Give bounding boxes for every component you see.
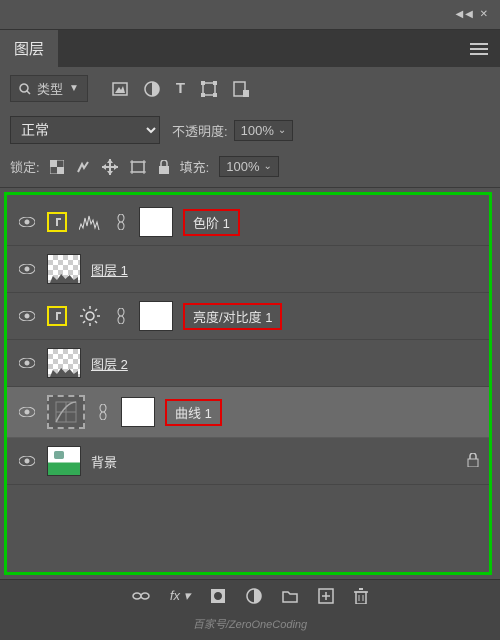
opacity-control: 不透明度: 100% ⌄ [172,120,293,141]
layer-mask-thumb[interactable] [139,207,173,237]
clip-indicator [47,212,67,232]
layer-row[interactable]: 亮度/对比度 1 [7,293,489,340]
credit-text: 百家号/ZeroOneCoding [0,612,500,640]
visibility-icon[interactable] [17,456,37,466]
type-filter-icon[interactable]: T [176,80,185,97]
visibility-icon[interactable] [17,407,37,417]
collapse-chevrons-icon[interactable]: ◀◀ ✕ [445,9,500,20]
layer-name[interactable]: 图层 1 [91,260,128,279]
chevron-down-icon: ▼ [69,83,79,94]
delete-layer-icon[interactable] [354,588,368,604]
smartobject-filter-icon[interactable] [233,81,249,97]
visibility-icon[interactable] [17,217,37,227]
link-icon [95,404,111,420]
lock-image-icon[interactable] [76,160,90,174]
lock-all-icon[interactable] [158,160,170,174]
visibility-icon[interactable] [17,311,37,321]
lock-transparent-icon[interactable] [50,160,64,174]
opacity-value[interactable]: 100% ⌄ [234,120,294,141]
layer-thumb[interactable] [47,254,81,284]
layers-panel: ◀◀ ✕ 图层 类型 ▼ T 正常 不透明度: 100% ⌄ [0,0,500,640]
search-icon [19,83,31,95]
lock-icons [50,159,170,175]
layer-name[interactable]: 曲线 1 [165,399,222,426]
layer-row[interactable]: 背景 [7,438,489,485]
add-mask-icon[interactable] [210,588,226,604]
chevron-down-icon: ⌄ [278,125,286,136]
layer-list: 色阶 1 图层 1 亮度/对比度 1 图层 2 曲线 1 [4,192,492,575]
layer-mask-thumb[interactable] [121,397,155,427]
layer-name[interactable]: 色阶 1 [183,209,240,236]
filter-row: 类型 ▼ T [0,67,500,110]
adjustment-filter-icon[interactable] [144,81,160,97]
blend-mode-select[interactable]: 正常 [10,116,160,144]
lock-artboard-icon[interactable] [130,160,146,174]
shape-filter-icon[interactable] [201,81,217,97]
visibility-icon[interactable] [17,358,37,368]
tab-row: 图层 [0,30,500,67]
filter-label: 类型 [37,79,63,98]
layer-row[interactable]: 曲线 1 [7,387,489,438]
fx-icon[interactable]: fx ▾ [170,588,190,604]
new-group-icon[interactable] [282,589,298,603]
new-adjustment-icon[interactable] [246,588,262,604]
panel-footer: fx ▾ [0,579,500,612]
layer-thumb[interactable] [47,348,81,378]
layer-row[interactable]: 色阶 1 [7,199,489,246]
visibility-icon[interactable] [17,264,37,274]
new-layer-icon[interactable] [318,588,334,604]
pixel-filter-icon[interactable] [112,82,128,96]
lock-label: 锁定: [10,157,40,176]
clip-indicator [47,306,67,326]
layer-mask-thumb[interactable] [139,301,173,331]
fill-label: 填充: [180,157,210,176]
fill-value[interactable]: 100% ⌄ [219,156,279,177]
layer-name[interactable]: 图层 2 [91,354,128,373]
link-icon [113,214,129,230]
levels-adjustment-icon [77,214,103,230]
brightness-adjustment-icon [77,306,103,326]
layer-name[interactable]: 背景 [91,452,117,471]
lock-position-icon[interactable] [102,159,118,175]
layer-name[interactable]: 亮度/对比度 1 [183,303,282,330]
lock-row: 锁定: 填充: 100% ⌄ [0,150,500,188]
panel-menu-icon[interactable] [458,42,500,56]
panel-titlebar: ◀◀ ✕ [0,0,500,30]
lock-icon[interactable] [467,453,479,470]
opacity-label: 不透明度: [172,121,228,140]
tab-layers[interactable]: 图层 [0,30,58,67]
layer-thumb[interactable] [47,446,81,476]
filter-icon-set: T [112,80,249,97]
layer-row[interactable]: 图层 1 [7,246,489,293]
blend-row: 正常 不透明度: 100% ⌄ [0,110,500,150]
link-layers-icon[interactable] [132,591,150,601]
link-icon [113,308,129,324]
filter-type-dropdown[interactable]: 类型 ▼ [10,75,88,102]
curves-adjustment-icon[interactable] [47,395,85,429]
layer-row[interactable]: 图层 2 [7,340,489,387]
chevron-down-icon: ⌄ [264,161,272,172]
